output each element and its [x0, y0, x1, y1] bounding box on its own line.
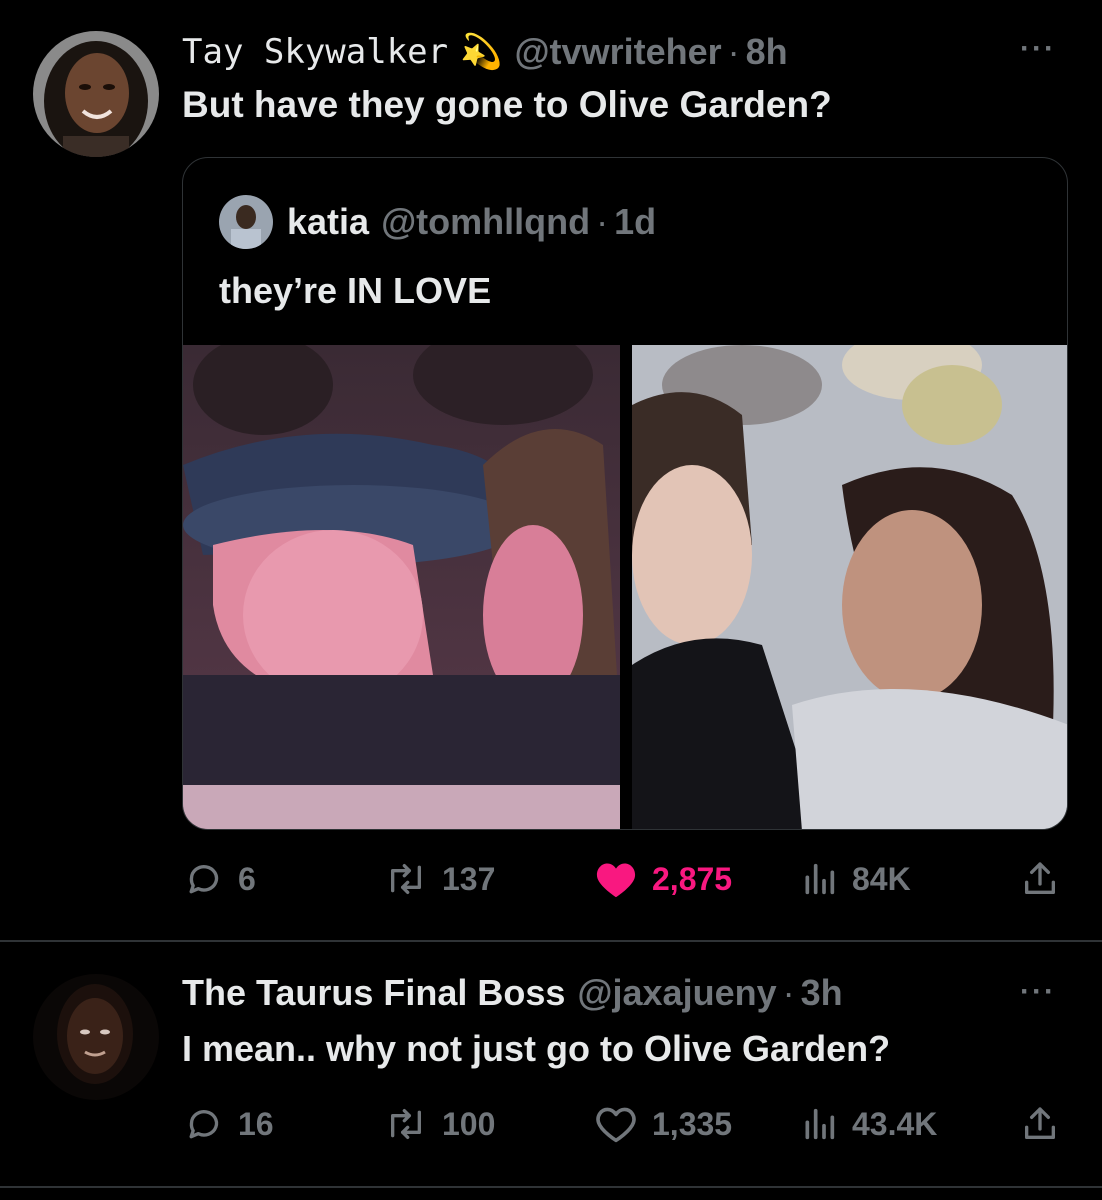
quote-avatar-image — [219, 195, 273, 249]
quote-media-right[interactable] — [632, 345, 1067, 829]
quote-header: katia @tomhllqnd · 1d — [287, 198, 656, 246]
views-count: 43.4K — [852, 1105, 938, 1142]
views-icon — [805, 863, 835, 895]
share-icon — [1025, 1107, 1055, 1139]
avatar-image — [33, 974, 159, 1100]
badge-emoji: 💫 — [460, 33, 503, 71]
like-button[interactable]: 1,335 — [594, 1096, 732, 1152]
share-button[interactable] — [1020, 851, 1060, 907]
separator: · — [727, 31, 740, 72]
heart-icon — [596, 1107, 636, 1143]
reply-icon — [189, 865, 219, 894]
reply-button[interactable]: 6 — [184, 851, 256, 907]
timestamp[interactable]: 3h — [801, 972, 843, 1014]
handle[interactable]: @jaxajueny — [577, 972, 776, 1014]
tweet-divider-bottom — [0, 1186, 1102, 1188]
separator: · — [782, 972, 795, 1013]
tweet-text: But have they gone to Olive Garden? — [182, 84, 832, 125]
heart-icon — [596, 863, 636, 898]
views-button[interactable]: 84K — [800, 851, 911, 907]
tweet-1[interactable]: Tay Skywalker 💫 @tvwriteher · 8h ··· But… — [0, 0, 1102, 940]
display-name[interactable]: Tay Skywalker — [182, 32, 448, 72]
like-button[interactable]: 2,875 — [594, 851, 732, 907]
tweet-header: Tay Skywalker 💫 @tvwriteher · 8h — [182, 28, 788, 76]
like-count: 2,875 — [652, 860, 733, 897]
retweet-button[interactable]: 100 — [384, 1096, 495, 1152]
views-icon — [805, 1108, 835, 1140]
retweet-count: 100 — [442, 1105, 496, 1142]
retweet-button[interactable]: 137 — [384, 851, 495, 907]
display-name[interactable]: The Taurus Final Boss — [182, 972, 565, 1014]
tweet-header: The Taurus Final Boss @jaxajueny · 3h — [182, 969, 843, 1017]
reply-count: 16 — [238, 1105, 274, 1142]
quote-text: they’re IN LOVE — [219, 270, 492, 311]
retweet-icon — [390, 1109, 421, 1139]
views-count: 84K — [852, 860, 911, 897]
share-button[interactable] — [1020, 1096, 1060, 1152]
views-button[interactable]: 43.4K — [800, 1096, 937, 1152]
photo-couple-concert — [183, 345, 620, 829]
photo-couple-event — [632, 345, 1067, 829]
avatar[interactable] — [33, 31, 159, 157]
tweet-text: I mean.. why not just go to Olive Garden… — [182, 1028, 891, 1069]
media-divider — [620, 345, 632, 829]
reply-button[interactable]: 16 — [184, 1096, 274, 1152]
tweet-2[interactable]: The Taurus Final Boss @jaxajueny · 3h ··… — [0, 941, 1102, 1200]
quote-separator: · — [596, 201, 609, 242]
like-count: 1,335 — [652, 1105, 733, 1142]
retweet-icon — [390, 864, 421, 894]
more-icon[interactable]: ··· — [1020, 977, 1056, 1007]
share-icon — [1025, 862, 1055, 894]
tweet-actions: 16 100 1,335 43.4K — [182, 1096, 1062, 1152]
reply-count: 6 — [238, 860, 256, 897]
more-icon[interactable]: ··· — [1020, 34, 1056, 64]
timestamp[interactable]: 8h — [746, 31, 788, 73]
quote-display-name[interactable]: katia — [287, 201, 369, 243]
reply-icon — [189, 1110, 219, 1139]
quote-handle[interactable]: @tomhllqnd — [381, 201, 590, 243]
handle[interactable]: @tvwriteher — [514, 31, 721, 73]
quote-timestamp[interactable]: 1d — [614, 201, 656, 243]
quote-media-left[interactable] — [183, 345, 620, 829]
retweet-count: 137 — [442, 860, 496, 897]
quote-avatar[interactable] — [219, 195, 273, 249]
avatar-image — [33, 31, 159, 157]
avatar[interactable] — [33, 974, 159, 1100]
tweet-actions: 6 137 2,875 84K — [182, 851, 1062, 907]
quote-tweet[interactable]: katia @tomhllqnd · 1d they’re IN LOVE — [182, 157, 1068, 830]
